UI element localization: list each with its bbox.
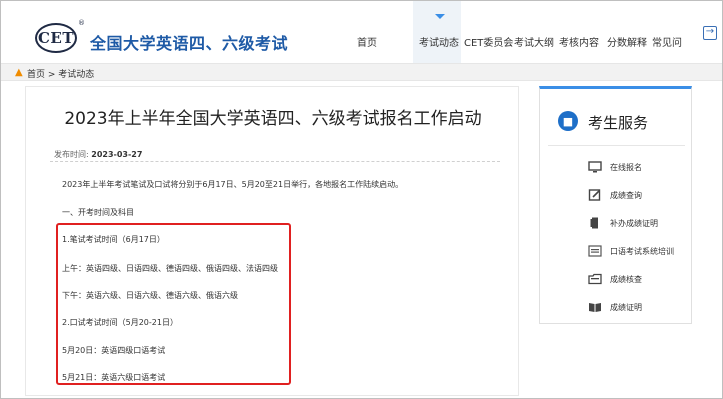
section-heading: 一、开考时间及科目 (62, 208, 134, 217)
nav-cet-committee[interactable]: CET委员会 (464, 34, 513, 49)
services-divider (548, 145, 685, 146)
document-icon (588, 217, 602, 229)
service-label: 口语考试系统培训 (610, 246, 674, 256)
screen-icon (588, 245, 602, 257)
service-score-review[interactable]: 成绩核查 (588, 271, 642, 287)
publish-info: 发布时间: 2023-03-27 (54, 149, 142, 160)
home-icon[interactable]: ▲ (15, 67, 23, 78)
monitor-icon (588, 161, 602, 173)
service-score-certificate[interactable]: 成绩证明 (588, 299, 642, 315)
service-label: 成绩查询 (610, 190, 642, 200)
service-online-registration[interactable]: 在线报名 (588, 159, 642, 175)
paragraph-intro: 2023年上半年考试笔试及口试将分别于6月17日、5月20至21日举行，各地报名… (62, 180, 404, 189)
nav-active-background (413, 1, 461, 63)
service-label: 补办成绩证明 (610, 218, 658, 228)
publish-date: 2023-03-27 (91, 150, 143, 159)
service-reissue-certificate[interactable]: 补办成绩证明 (588, 215, 658, 231)
article-title: 2023年上半年全国大学英语四、六级考试报名工作启动 (64, 109, 482, 129)
service-oral-training[interactable]: 口语考试系统培训 (588, 243, 674, 259)
logo-text: CET (37, 29, 75, 47)
site-title[interactable]: 全国大学英语四、六级考试 (90, 30, 288, 54)
nav-syllabus[interactable]: 考试大纲 (514, 34, 554, 49)
services-title: 考生服务 (588, 114, 649, 132)
nav-score-explanation[interactable]: 分数解释 (607, 34, 647, 49)
nav-home[interactable]: 首页 (357, 34, 377, 49)
nav-content[interactable]: 考核内容 (559, 34, 599, 49)
title-divider (50, 161, 500, 162)
book-icon (588, 301, 602, 313)
edit-icon (588, 189, 602, 201)
registered-mark: ® (78, 19, 85, 27)
service-label: 成绩核查 (610, 274, 642, 284)
browser-frame: CET ® 全国大学英语四、六级考试 首页 考试动态 CET委员会 考试大纲 考… (0, 0, 723, 399)
cet-logo[interactable]: CET (35, 23, 77, 53)
exit-icon[interactable]: → (703, 26, 717, 40)
services-icon: ■ (558, 111, 578, 131)
nav-exam-news[interactable]: 考试动态 (419, 34, 459, 49)
folder-icon (588, 273, 602, 285)
breadcrumb-bar: ▲ 首页 > 考试动态 (1, 63, 722, 81)
publish-label: 发布时间: (54, 150, 89, 159)
red-highlight-box (56, 223, 291, 385)
service-label: 成绩证明 (610, 302, 642, 312)
candidate-services-panel: ■ 考生服务 在线报名 成绩查询 补办成绩证明 口语考试系统培训 成绩核查 成绩… (539, 86, 692, 324)
nav-faq[interactable]: 常见问 (652, 34, 682, 49)
service-score-query[interactable]: 成绩查询 (588, 187, 642, 203)
nav-active-indicator (435, 14, 445, 19)
breadcrumb[interactable]: 首页 > 考试动态 (27, 67, 94, 80)
site-header: CET ® 全国大学英语四、六级考试 首页 考试动态 CET委员会 考试大纲 考… (1, 1, 722, 63)
service-label: 在线报名 (610, 162, 642, 172)
